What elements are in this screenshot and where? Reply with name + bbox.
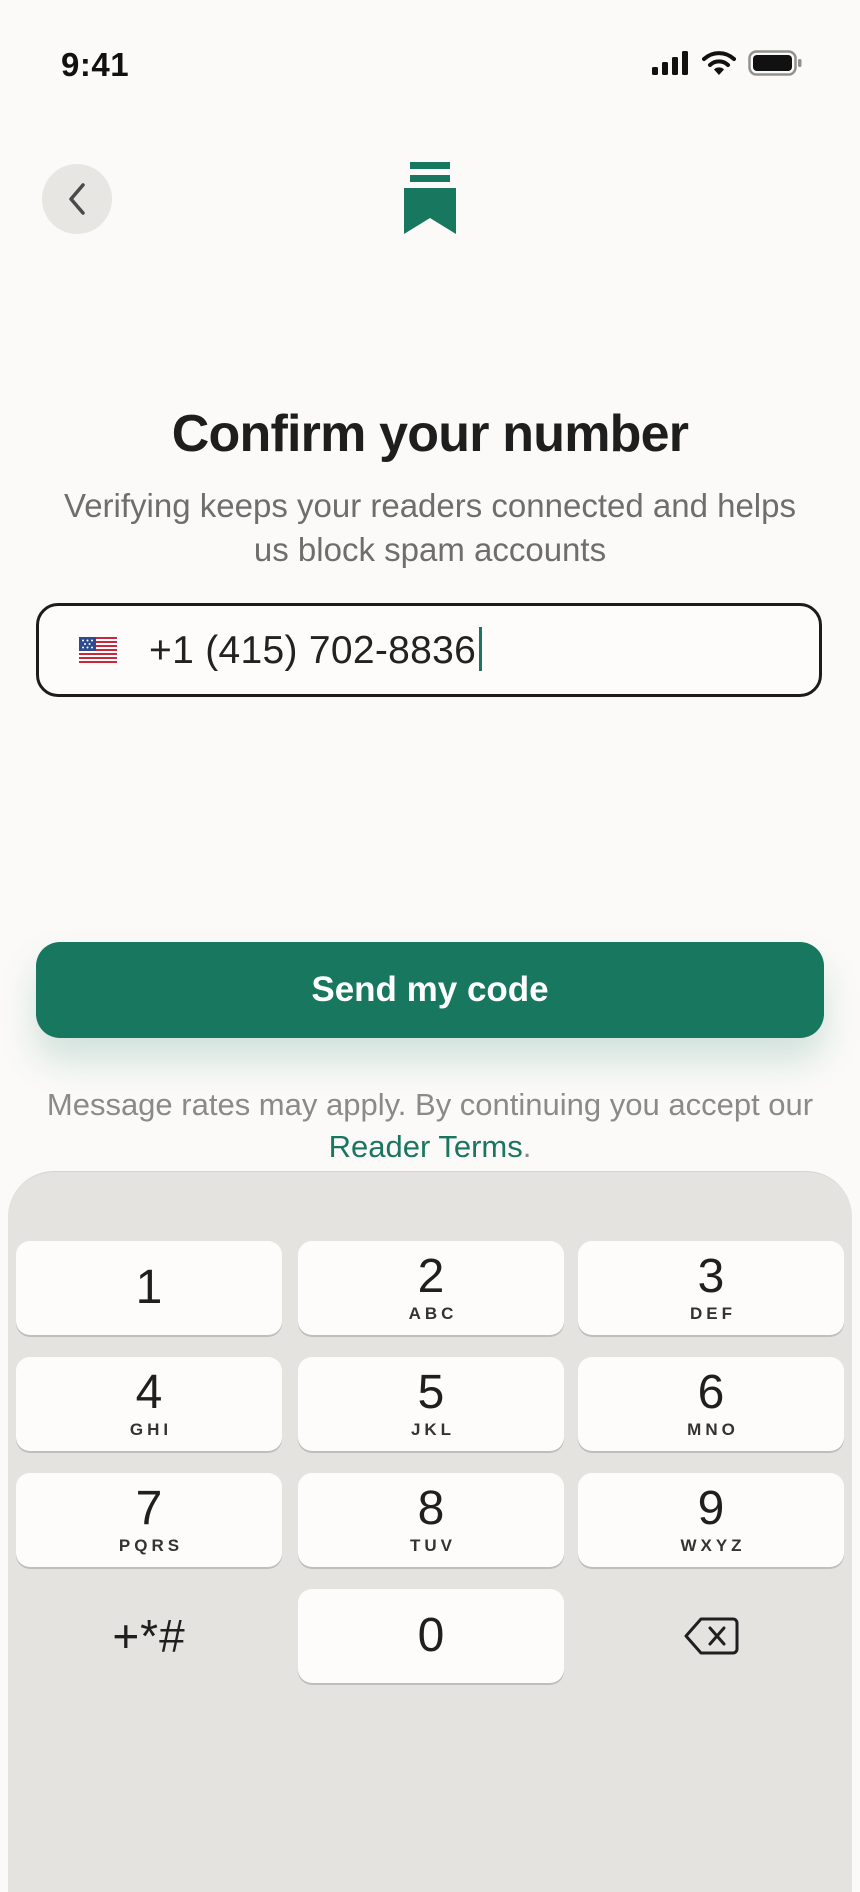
key-digit: 1 <box>135 1261 163 1314</box>
key-digit: 0 <box>417 1609 445 1662</box>
text-caret <box>479 627 483 671</box>
subtitle: Verifying keeps your readers connected a… <box>64 487 796 568</box>
key-digit: 8 <box>417 1482 445 1535</box>
legal-notice: Message rates may apply. By continuing y… <box>40 1084 820 1168</box>
key-digit: 2 <box>417 1250 445 1303</box>
key-1[interactable]: 1 <box>16 1241 282 1335</box>
key-letters: PQRS <box>118 1536 184 1555</box>
chevron-left-icon <box>69 183 85 215</box>
status-time: 9:41 <box>61 46 130 83</box>
key-2[interactable]: 2 ABC <box>298 1241 564 1335</box>
status-icons <box>652 50 802 76</box>
key-letters: DEF <box>690 1304 736 1323</box>
key-digit: 3 <box>697 1250 725 1303</box>
key-4[interactable]: 4 GHI <box>16 1357 282 1451</box>
key-9[interactable]: 9 WXYZ <box>578 1473 844 1567</box>
key-digit: 7 <box>135 1482 163 1535</box>
phone-number-input[interactable]: +1 (415) 702-8836 <box>149 627 483 673</box>
reader-terms-link[interactable]: Reader Terms <box>329 1129 523 1164</box>
cellular-signal-icon <box>652 51 688 75</box>
key-letters: TUV <box>410 1536 456 1555</box>
legal-text: Message rates may apply. By continuing y… <box>46 1087 814 1122</box>
key-0[interactable]: 0 <box>298 1589 564 1683</box>
backspace-icon <box>684 1617 739 1655</box>
key-3[interactable]: 3 DEF <box>578 1241 844 1335</box>
battery-icon <box>748 50 802 76</box>
key-digit: 6 <box>697 1366 725 1419</box>
key-letters: ABC <box>408 1304 458 1323</box>
bookmark-logo-icon <box>404 162 456 234</box>
wifi-icon <box>702 51 736 75</box>
phone-number-field[interactable]: +1 (415) 702-8836 <box>36 603 822 697</box>
key-letters: JKL <box>410 1420 456 1439</box>
key-symbols-label: +*# <box>112 1610 186 1662</box>
key-letters: WXYZ <box>680 1536 746 1555</box>
numeric-keypad: 1 2 ABC 3 DEF 4 GHI 5 JKL 6 MNO 7 PQRS 8… <box>8 1171 852 1892</box>
key-5[interactable]: 5 JKL <box>298 1357 564 1451</box>
phone-number-value: +1 (415) 702-8836 <box>149 629 477 672</box>
key-delete[interactable] <box>578 1589 844 1683</box>
send-code-button[interactable]: Send my code <box>36 942 824 1038</box>
key-digit: 9 <box>697 1482 725 1535</box>
key-7[interactable]: 7 PQRS <box>16 1473 282 1567</box>
key-letters: MNO <box>687 1420 739 1439</box>
key-symbols[interactable]: +*# <box>16 1589 282 1683</box>
key-digit: 5 <box>417 1366 445 1419</box>
key-digit: 4 <box>135 1366 163 1419</box>
key-8[interactable]: 8 TUV <box>298 1473 564 1567</box>
page-title: Confirm your number <box>171 405 689 463</box>
key-letters: GHI <box>129 1420 173 1439</box>
legal-text-end: . <box>522 1129 532 1164</box>
key-6[interactable]: 6 MNO <box>578 1357 844 1451</box>
us-flag-icon[interactable] <box>79 637 117 663</box>
back-button[interactable] <box>42 164 112 234</box>
status-bar: 9:41 <box>0 0 860 130</box>
